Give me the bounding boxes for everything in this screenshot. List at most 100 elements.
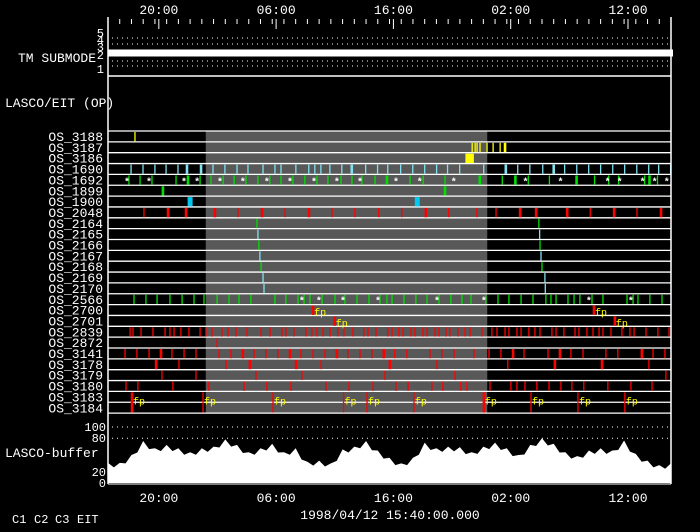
event-mark-os_2839 [555, 327, 557, 337]
event-mark-os_1899 [161, 186, 165, 196]
event-mark-os_2839 [457, 327, 459, 337]
event-mark-os_3180 [431, 381, 433, 391]
event-mark-os_1692 [327, 175, 329, 185]
event-mark-os_2048 [589, 207, 591, 218]
event-star-marker: * [240, 177, 246, 189]
event-mark-os_3179 [384, 370, 386, 381]
event-mark-os_2566 [228, 294, 230, 305]
legend-item-eit: EIT [77, 513, 99, 527]
event-mark-os_2048 [307, 207, 311, 218]
event-mark-os_3141 [136, 349, 138, 359]
event-mark-os_2566 [386, 294, 388, 305]
event-mark-os_2048 [260, 207, 264, 218]
event-star-marker: * [605, 177, 611, 189]
event-mark-os_2048 [331, 207, 333, 218]
event-mark-os_1690 [588, 164, 590, 174]
event-mark-os_1690 [412, 164, 414, 174]
event-mark-os_2839 [422, 327, 424, 337]
event-mark-os_1690 [274, 164, 276, 174]
event-mark-os_2566 [285, 294, 287, 305]
event-mark-os_2839 [434, 327, 436, 337]
event-mark-os_2839 [305, 327, 307, 337]
event-mark-os_2839 [180, 327, 182, 337]
event-mark-os_1690 [542, 164, 544, 174]
event-mark-os_1690 [314, 164, 316, 174]
event-mark-os_3180 [583, 381, 585, 391]
event-mark-os_3178 [154, 359, 158, 370]
event-mark-os_1692 [478, 175, 482, 185]
event-mark-os_1690 [262, 164, 264, 174]
event-mark-os_3141 [441, 349, 443, 359]
fp-marker: fp [314, 308, 326, 320]
event-mark-os_3180 [460, 381, 462, 391]
event-mark-os_3141 [277, 349, 279, 359]
event-mark-os_3141 [500, 349, 502, 359]
event-mark-os_2839 [469, 327, 471, 337]
event-mark-os_3187 [492, 142, 494, 153]
event-mark-os_2839 [539, 327, 541, 337]
event-mark-os_2839 [269, 327, 271, 337]
tm-submode-band [108, 49, 673, 57]
event-mark-os_1692 [280, 175, 282, 185]
event-mark-os_1692 [648, 175, 651, 185]
event-mark-os_3178 [648, 359, 650, 370]
event-mark-os_3141 [288, 349, 292, 359]
event-mark-os_3141 [488, 349, 490, 359]
event-mark-os_2566 [602, 294, 604, 305]
event-mark-os_2839 [504, 327, 506, 337]
event-mark-os_3141 [124, 349, 126, 359]
fp-marker: fp [274, 396, 286, 408]
event-mark-os_2048 [448, 207, 450, 218]
event-mark-os_3141 [347, 349, 349, 359]
event-mark-os_2839 [602, 327, 604, 337]
event-mark-os_2566 [274, 294, 276, 305]
event-mark-os_2566 [216, 294, 218, 305]
date-label: 1998/04/12 15:40:00.000 [300, 508, 479, 523]
fp-marker: fp [532, 396, 544, 408]
tm-y-tick-label: 1 [97, 63, 104, 77]
event-mark-os_2839 [426, 327, 428, 337]
event-mark-os_3180 [607, 381, 609, 391]
event-mark-os_2048 [612, 207, 616, 218]
event-mark-os_3179 [255, 370, 257, 381]
event-mark-os_2839 [293, 327, 295, 337]
event-mark-os_2168 [541, 262, 543, 272]
event-mark-os_2566 [193, 294, 195, 305]
event-mark-os_3180 [630, 381, 632, 391]
event-star-marker: * [287, 177, 293, 189]
event-mark-os_1690 [185, 164, 189, 174]
event-mark-os_2566 [334, 294, 336, 305]
event-mark-os_2839 [410, 327, 412, 337]
event-mark-os_2048 [518, 207, 522, 218]
event-star-marker: * [434, 296, 440, 308]
event-mark-os_2839 [516, 327, 518, 337]
event-mark-os_2566 [508, 294, 510, 305]
event-star-marker: * [652, 177, 658, 189]
row-label: OS_3184 [48, 401, 103, 416]
event-star-marker: * [146, 177, 152, 189]
event-mark-os_3141 [406, 349, 408, 359]
event-mark-os_2048 [565, 207, 569, 218]
event-mark-os_3141 [547, 349, 549, 359]
event-mark-os_3179 [665, 370, 667, 381]
event-mark-os_2839 [352, 327, 354, 337]
fp-marker: fp [415, 396, 427, 408]
event-mark-os_3180 [290, 381, 292, 391]
event-mark-os_2167 [540, 251, 542, 261]
event-mark-os_2164 [538, 218, 540, 229]
event-mark-os_2169 [544, 273, 546, 283]
event-mark-os_2566 [156, 294, 158, 305]
event-mark-os_3141 [312, 349, 314, 359]
event-mark-os_3141 [652, 349, 654, 359]
legend-item-c3: C3 [55, 513, 69, 527]
event-mark-os_2048 [184, 207, 188, 218]
event-star-marker: * [316, 296, 322, 308]
event-mark-os_3180 [466, 381, 468, 391]
event-star-marker: * [217, 177, 223, 189]
event-mark-os_3180 [548, 381, 550, 391]
event-star-marker: * [181, 177, 187, 189]
event-mark-os_1690 [224, 164, 226, 174]
event-mark-os_2566 [520, 294, 522, 305]
event-star-marker: * [617, 177, 623, 189]
event-mark-os_2566 [550, 294, 552, 305]
